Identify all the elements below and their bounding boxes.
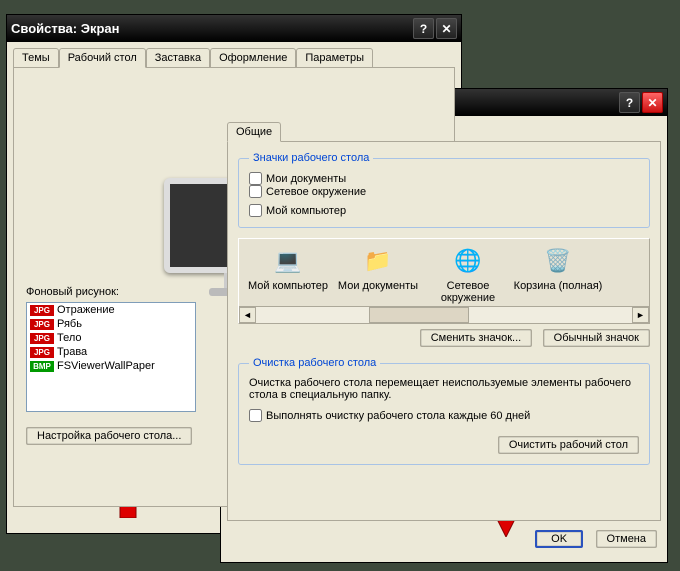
tab-desktop[interactable]: Рабочий стол xyxy=(59,48,146,68)
cancel-button[interactable]: Отмена xyxy=(596,530,657,548)
tabs: Темы Рабочий стол Заставка Оформление Па… xyxy=(13,48,455,68)
strip-item[interactable]: 🗑️Корзина (полная) xyxy=(513,245,603,304)
tab-settings[interactable]: Параметры xyxy=(296,48,373,68)
icon-preview-strip: 💻Мой компьютер 📁Мои документы 🌐Сетевое о… xyxy=(238,238,650,324)
computer-icon: 💻 xyxy=(272,245,304,277)
desktop-items-window: Элементы рабочего стола ? ✕ Общие Веб Зн… xyxy=(220,88,668,563)
strip-item[interactable]: 🌐Сетевое окружение xyxy=(423,245,513,304)
checkbox-my-documents[interactable]: Мои документы xyxy=(249,172,436,185)
list-item[interactable]: JPGТрава xyxy=(27,345,195,359)
recycle-bin-icon: 🗑️ xyxy=(542,245,574,277)
strip-item[interactable]: 📁Мои документы xyxy=(333,245,423,304)
tab-appearance[interactable]: Оформление xyxy=(210,48,296,68)
close-button[interactable]: ✕ xyxy=(642,92,663,113)
help-button[interactable]: ? xyxy=(619,92,640,113)
checkbox-my-computer[interactable]: Мой компьютер xyxy=(249,204,436,217)
window-title: Свойства: Экран xyxy=(11,21,411,36)
list-item[interactable]: JPGТело xyxy=(27,331,195,345)
tab-themes[interactable]: Темы xyxy=(13,48,59,68)
close-button[interactable]: ✕ xyxy=(436,18,457,39)
checkbox-network-places[interactable]: Сетевое окружение xyxy=(249,185,436,198)
fieldset-legend: Очистка рабочего стола xyxy=(249,357,380,369)
scroll-thumb[interactable] xyxy=(369,307,469,323)
titlebar[interactable]: Свойства: Экран ? ✕ xyxy=(7,15,461,42)
fieldset-legend: Значки рабочего стола xyxy=(249,152,373,164)
help-button[interactable]: ? xyxy=(413,18,434,39)
tab-screensaver[interactable]: Заставка xyxy=(146,48,210,68)
clean-desktop-now-button[interactable]: Очистить рабочий стол xyxy=(498,436,639,454)
ok-button[interactable]: OK xyxy=(535,530,583,548)
scroll-track[interactable] xyxy=(256,307,632,323)
customize-desktop-button[interactable]: Настройка рабочего стола... xyxy=(26,427,192,445)
scroll-left-button[interactable]: ◄ xyxy=(239,307,256,323)
desktop-cleanup-fieldset: Очистка рабочего стола Очистка рабочего … xyxy=(238,357,650,465)
wallpaper-listbox[interactable]: JPGОтражение JPGРябь JPGТело JPGТрава BM… xyxy=(26,302,196,412)
change-icon-button[interactable]: Сменить значок... xyxy=(420,329,533,347)
strip-item[interactable]: 💻Мой компьютер xyxy=(243,245,333,304)
cleanup-description: Очистка рабочего стола перемещает неиспо… xyxy=(249,377,639,401)
horizontal-scrollbar[interactable]: ◄ ► xyxy=(239,306,649,323)
default-icon-button[interactable]: Обычный значок xyxy=(543,329,650,347)
list-item[interactable]: JPGРябь xyxy=(27,317,195,331)
list-item[interactable]: JPGОтражение xyxy=(27,303,195,317)
desktop-icons-fieldset: Значки рабочего стола Мои документы Сете… xyxy=(238,152,650,228)
list-item[interactable]: BMPFSViewerWallPaper xyxy=(27,359,195,373)
wallpaper-label: Фоновый рисунок: xyxy=(26,286,196,298)
checkbox-cleanup-60-days[interactable]: Выполнять очистку рабочего стола каждые … xyxy=(249,409,530,422)
documents-icon: 📁 xyxy=(362,245,394,277)
network-icon: 🌐 xyxy=(452,245,484,277)
tab-general[interactable]: Общие xyxy=(227,122,281,142)
scroll-right-button[interactable]: ► xyxy=(632,307,649,323)
